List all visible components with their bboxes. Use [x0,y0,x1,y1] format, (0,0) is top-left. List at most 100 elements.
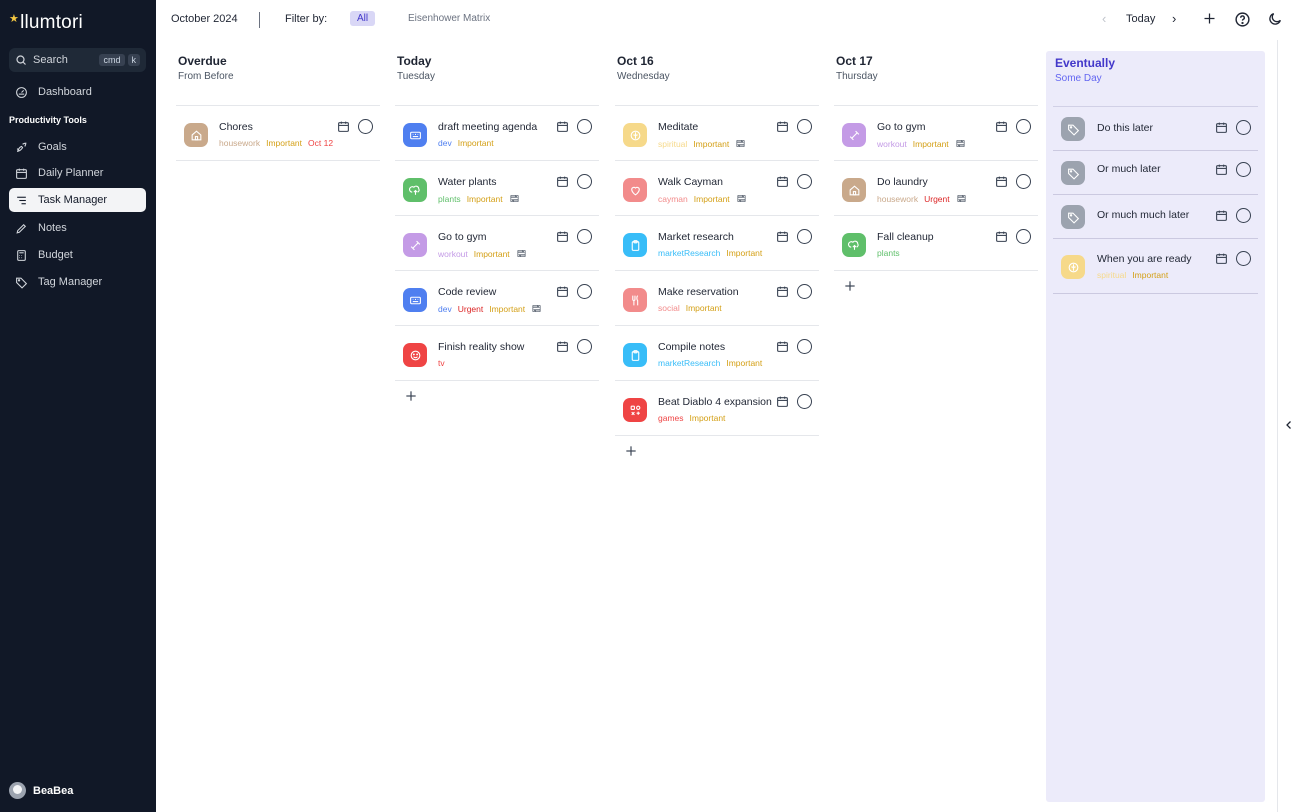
calendar-icon[interactable] [1215,209,1228,222]
calendar-icon[interactable] [556,285,569,298]
tag-category[interactable]: spiritual [1097,270,1126,280]
tag-category[interactable]: plants [438,194,461,204]
chevron-left-icon[interactable] [1283,418,1295,432]
calendar-icon[interactable] [776,285,789,298]
complete-checkbox[interactable] [577,339,592,354]
sidebar-item-notes[interactable]: Notes [9,216,146,240]
task-card[interactable]: Make reservation social Important [615,271,819,326]
complete-checkbox[interactable] [1236,208,1251,223]
add-task-button[interactable] [624,444,640,460]
calendar-icon[interactable] [1215,163,1228,176]
complete-checkbox[interactable] [358,119,373,134]
today-button[interactable]: Today [1126,13,1155,25]
task-card[interactable]: Water plants plants Important [395,161,599,216]
task-card[interactable]: Market research marketResearch Important [615,216,819,271]
tag-category[interactable]: marketResearch [658,248,720,258]
task-card[interactable]: Or much later [1053,151,1258,195]
tag-category[interactable]: workout [877,139,907,149]
complete-checkbox[interactable] [1236,162,1251,177]
calendar-icon[interactable] [337,120,350,133]
chevron-left-icon[interactable]: ‹ [1102,11,1106,26]
tag-category[interactable]: housework [877,194,918,204]
task-card[interactable]: Go to gym workout Important [395,216,599,271]
user-profile[interactable]: BeaBea [9,782,73,799]
calendar-icon[interactable] [776,120,789,133]
sidebar-item-goals[interactable]: Goals [9,135,146,159]
app-logo[interactable]: ★ llumtori [9,12,83,34]
tag-category[interactable]: housework [219,138,260,148]
tag-category[interactable]: tv [438,358,445,368]
tag-priority[interactable]: Important [726,358,762,368]
tag-urgency[interactable]: Urgent [458,304,484,314]
tag-category[interactable]: plants [877,248,900,258]
calendar-icon[interactable] [776,175,789,188]
tag-priority[interactable]: Important [1132,270,1168,280]
calendar-icon[interactable] [995,175,1008,188]
tag-priority[interactable]: Important [458,138,494,148]
moon-icon[interactable] [1267,11,1283,27]
calendar-icon[interactable] [556,175,569,188]
sidebar-item-budget[interactable]: Budget [9,243,146,267]
sidebar-item-task-manager[interactable]: Task Manager [9,188,146,212]
tag-category[interactable]: social [658,303,680,313]
task-card[interactable]: Fall cleanup plants [834,216,1038,271]
task-card[interactable]: When you are ready spiritual Important [1053,239,1258,294]
complete-checkbox[interactable] [797,284,812,299]
tag-priority[interactable]: Important [467,194,503,204]
help-icon[interactable] [1234,11,1251,28]
filter-all-button[interactable]: All [350,11,376,26]
filter-eisenhower-button[interactable]: Eisenhower Matrix [408,13,490,24]
search-button[interactable]: Search cmd k [9,48,146,72]
task-card[interactable]: Or much much later [1053,195,1258,239]
calendar-icon[interactable] [995,230,1008,243]
tag-priority[interactable]: Important [266,138,302,148]
tag-priority[interactable]: Important [686,303,722,313]
chevron-right-icon[interactable]: › [1172,11,1176,26]
tag-priority[interactable]: Important [690,413,726,423]
task-card[interactable]: Do laundry housework Urgent [834,161,1038,216]
sidebar-item-tag-manager[interactable]: Tag Manager [9,270,146,294]
task-card[interactable]: Chores housework Important Oct 12 [176,106,380,161]
add-task-button[interactable] [404,389,420,405]
calendar-icon[interactable] [556,340,569,353]
task-card[interactable]: Go to gym workout Important [834,106,1038,161]
task-card[interactable]: draft meeting agenda dev Important [395,106,599,161]
calendar-icon[interactable] [776,340,789,353]
tag-priority[interactable]: Important [474,249,510,259]
complete-checkbox[interactable] [797,339,812,354]
complete-checkbox[interactable] [797,394,812,409]
complete-checkbox[interactable] [797,119,812,134]
calendar-icon[interactable] [556,230,569,243]
task-card[interactable]: Walk Cayman cayman Important [615,161,819,216]
complete-checkbox[interactable] [1236,251,1251,266]
tag-priority[interactable]: Important [694,194,730,204]
task-card[interactable]: Meditate spiritual Important [615,106,819,161]
complete-checkbox[interactable] [1236,120,1251,135]
tag-category[interactable]: cayman [658,194,688,204]
task-card[interactable]: Beat Diablo 4 expansion games Important [615,381,819,436]
complete-checkbox[interactable] [797,229,812,244]
calendar-icon[interactable] [1215,121,1228,134]
tag-category[interactable]: marketResearch [658,358,720,368]
tag-category[interactable]: dev [438,304,452,314]
task-card[interactable]: Do this later [1053,107,1258,151]
tag-date[interactable]: Oct 12 [308,138,333,148]
complete-checkbox[interactable] [577,284,592,299]
task-card[interactable]: Finish reality show tv [395,326,599,381]
tag-priority[interactable]: Important [489,304,525,314]
tag-category[interactable]: spiritual [658,139,687,149]
tag-category[interactable]: workout [438,249,468,259]
tag-priority[interactable]: Important [913,139,949,149]
calendar-icon[interactable] [995,120,1008,133]
calendar-icon[interactable] [1215,252,1228,265]
task-card[interactable]: Compile notes marketResearch Important [615,326,819,381]
complete-checkbox[interactable] [577,174,592,189]
calendar-icon[interactable] [776,395,789,408]
sidebar-item-dashboard[interactable]: Dashboard [9,80,146,104]
add-task-button[interactable] [843,279,859,295]
complete-checkbox[interactable] [797,174,812,189]
complete-checkbox[interactable] [577,229,592,244]
task-card[interactable]: Code review dev Urgent Important [395,271,599,326]
sidebar-item-daily-planner[interactable]: Daily Planner [9,161,146,185]
complete-checkbox[interactable] [577,119,592,134]
